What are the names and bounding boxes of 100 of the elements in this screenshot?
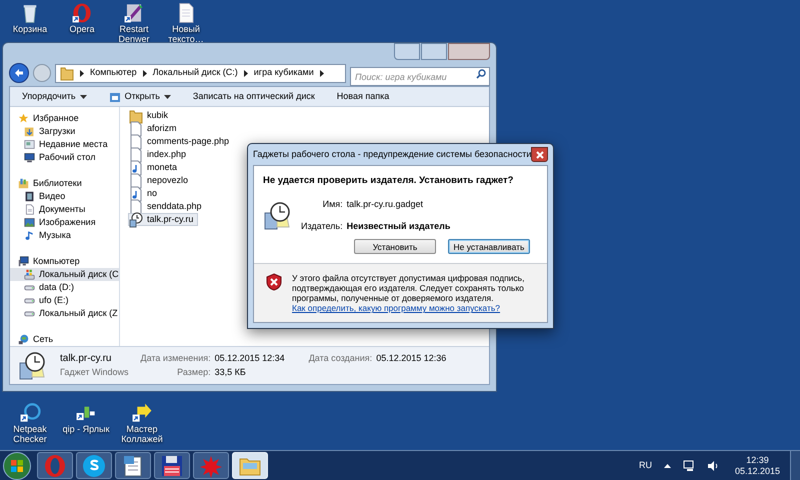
taskbar-button[interactable]: [76, 452, 112, 479]
sidebar-item[interactable]: Рабочий стол: [10, 151, 119, 164]
speaker-icon[interactable]: [706, 460, 719, 472]
sidebar-item[interactable]: Видео: [10, 190, 119, 203]
show-desktop-button[interactable]: [790, 451, 800, 480]
desktop-icon-label: Корзина: [12, 24, 48, 34]
clock-gadget-icon: [129, 212, 143, 228]
chevron-icon: [320, 70, 324, 76]
tray-chevron-icon[interactable]: [664, 464, 671, 468]
gadget-name: talk.pr-cy.ru.gadget: [346, 198, 424, 212]
folder-icon: [60, 65, 74, 81]
help-link[interactable]: Как определить, какую программу можно запускать?: [292, 303, 500, 314]
computer-icon: [18, 256, 29, 267]
image-icon: [24, 217, 35, 228]
file-icon: [129, 146, 143, 162]
opera-icon: [43, 454, 67, 478]
monitor-icon: [24, 152, 35, 163]
sidebar-item[interactable]: Изображения: [10, 216, 119, 229]
detail-value: 33,5 КБ: [214, 366, 247, 378]
file-item[interactable]: nepovezlo: [128, 174, 194, 187]
dialog-title: Гаджеты рабочего стола - предупреждение системы безопасности: [253, 148, 532, 161]
sidebar-item[interactable]: Музыка: [10, 229, 119, 242]
file-icon: [129, 198, 143, 214]
taskbar-button[interactable]: [115, 452, 151, 479]
file-item[interactable]: comments-page.php: [128, 135, 234, 148]
sidebar-item[interactable]: Локальный диск (C: [10, 268, 119, 281]
address-bar[interactable]: Компьютер Локальный диск (C:) игра кубиками: [55, 64, 346, 82]
chevron-icon: [80, 70, 84, 76]
folder-icon: [24, 126, 35, 137]
breadcrumb[interactable]: Компьютер: [90, 66, 137, 80]
warning-text: У этого файла отсутствует допустимая цифровая подпись, подтверждающая его издателя. Следует сохранять только программы, полученные от доверяемого издателя.: [292, 273, 526, 304]
caret-icon: [80, 94, 87, 98]
taskbar-button[interactable]: [154, 452, 190, 479]
audio-file-icon: [129, 186, 143, 202]
film-icon: [24, 191, 35, 202]
desktop-icon-label: Мастер Коллажей: [120, 424, 164, 444]
splat-icon: [199, 454, 223, 478]
star-icon: [18, 113, 29, 124]
search-icon: [476, 68, 486, 78]
language-indicator[interactable]: RU: [638, 458, 652, 472]
field-label: Имя:: [322, 198, 343, 212]
file-item[interactable]: talk.pr-cy.ru: [128, 213, 198, 226]
sidebar-item[interactable]: Избранное: [10, 112, 119, 125]
chevron-icon: [142, 70, 147, 76]
open-window-icon: [108, 90, 121, 102]
start-button[interactable]: [3, 452, 31, 480]
dialog-heading: Не удается проверить издателя. Установить гаджет?: [263, 174, 514, 188]
sidebar-item[interactable]: Недавние места: [10, 138, 119, 151]
detail-label: Дата изменения:: [140, 352, 211, 365]
file-name: talk.pr-cy.ru: [60, 352, 112, 366]
file-item[interactable]: aforizm: [128, 122, 182, 135]
toolbar-button[interactable]: Упорядочить: [22, 90, 87, 104]
back-button[interactable]: [9, 63, 29, 83]
sidebar-item[interactable]: Сеть: [10, 333, 119, 346]
detail-value: 05.12.2015 12:36: [376, 352, 446, 365]
shortcut-icon: [123, 2, 145, 24]
toolbar-button[interactable]: Открыть: [108, 90, 171, 104]
sidebar-item[interactable]: Локальный диск (Z: [10, 307, 119, 320]
music-note-icon: [24, 230, 35, 241]
file-type: Гаджет Windows: [60, 366, 128, 380]
system-drive-icon: [24, 269, 35, 280]
file-icon: [129, 120, 143, 136]
publisher-name: Неизвестный издатель: [346, 220, 450, 233]
close-button[interactable]: [531, 147, 548, 162]
clock[interactable]: 12:39 05.12.2015: [734, 454, 780, 476]
library-icon: [18, 178, 29, 189]
toolbar-button[interactable]: Новая папка: [336, 90, 390, 104]
maximize-button[interactable]: [421, 43, 447, 60]
breadcrumb[interactable]: игра кубиками: [254, 66, 314, 80]
sidebar-item[interactable]: Загрузки: [10, 125, 119, 138]
sidebar-item[interactable]: ufo (E:): [10, 294, 119, 307]
folder-icon: [129, 108, 143, 124]
file-icon: [129, 134, 143, 150]
detail-label: Размер:: [176, 366, 211, 379]
recent-places-icon: [24, 139, 35, 150]
breadcrumb[interactable]: Локальный диск (C:): [152, 66, 238, 80]
detail-label: Дата создания:: [308, 352, 372, 365]
dialog-button[interactable]: Не устанавливать: [448, 239, 530, 254]
desktop-icon-label: qip - Ярлык: [62, 424, 110, 434]
shortcut-icon: [131, 402, 153, 424]
file-icon: [129, 172, 143, 188]
warning-shield-icon: [266, 273, 282, 292]
caret-icon: [164, 94, 171, 98]
chevron-icon: [244, 70, 248, 76]
sidebar-item[interactable]: Библиотеки: [10, 177, 119, 190]
detail-value: 05.12.2015 12:34: [214, 352, 285, 365]
shortcut-icon: [19, 402, 41, 424]
minimize-button[interactable]: [394, 43, 420, 60]
sidebar-item[interactable]: data (D:): [10, 281, 119, 294]
field-label: Издатель:: [301, 220, 343, 233]
back-arrow-icon: [14, 68, 24, 78]
audio-file-icon: [129, 160, 143, 176]
sidebar-item[interactable]: Документы: [10, 203, 119, 216]
toolbar-button[interactable]: Записать на оптический диск: [192, 90, 315, 104]
close-icon: [536, 150, 544, 158]
file-item[interactable]: index.php: [128, 148, 192, 161]
sidebar-item[interactable]: Компьютер: [10, 255, 119, 268]
windows-logo-icon: [10, 458, 24, 472]
search-field[interactable]: Поиск: игра кубиками: [350, 67, 490, 86]
dialog-button[interactable]: Установить: [354, 239, 436, 254]
